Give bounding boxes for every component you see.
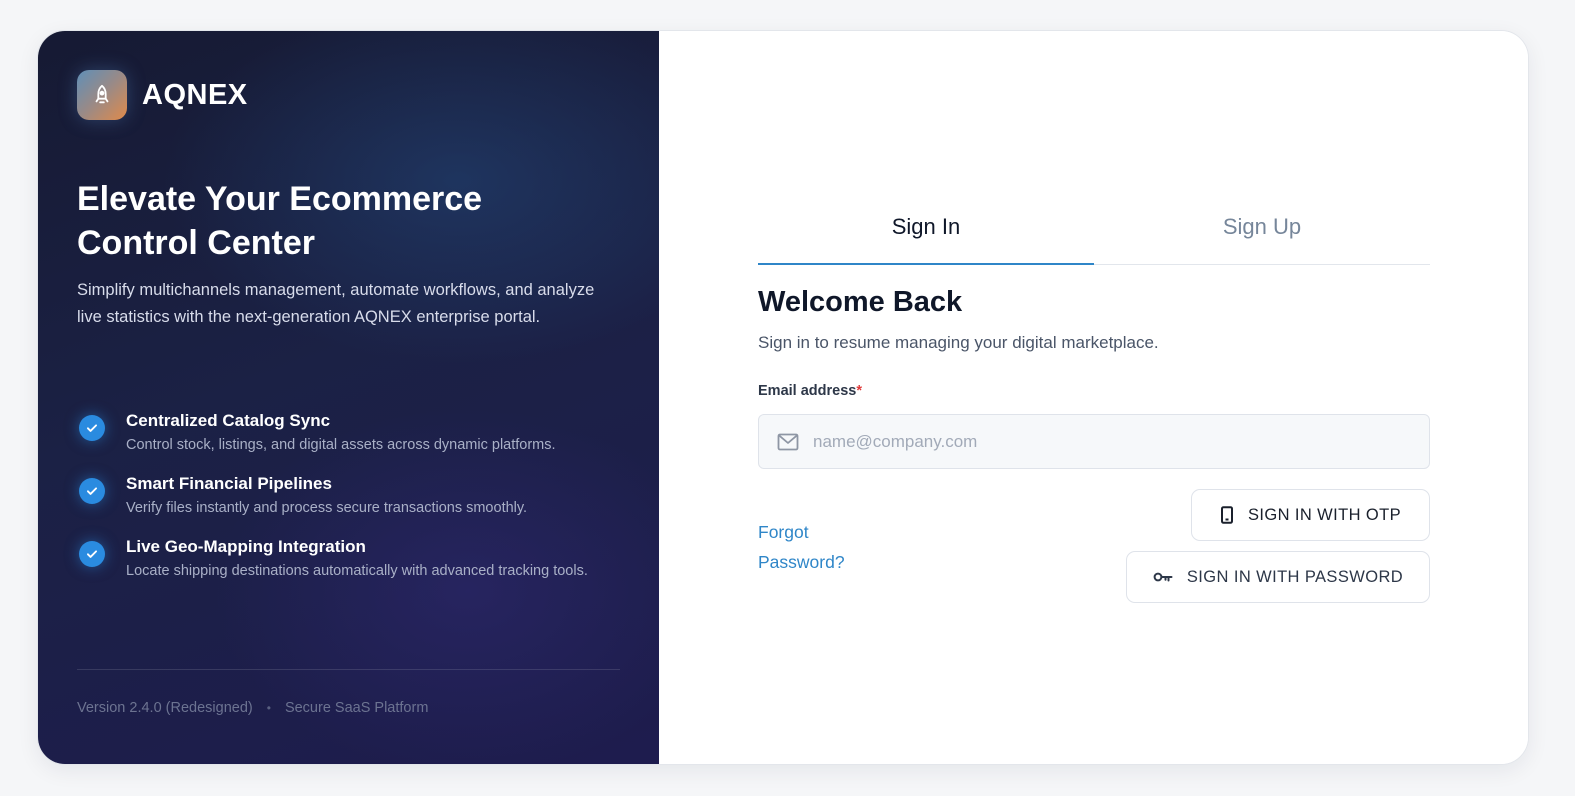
version-text: Version 2.4.0 (Redesigned) (77, 700, 253, 716)
key-icon (1153, 571, 1173, 583)
feature-desc: Control stock, listings, and digital ass… (126, 437, 556, 453)
sign-in-otp-button[interactable]: SIGN IN WITH OTP (1191, 489, 1430, 541)
footer: Version 2.4.0 (Redesigned) • Secure SaaS… (77, 700, 428, 716)
form-title: Welcome Back (758, 286, 963, 318)
sign-in-password-button[interactable]: SIGN IN WITH PASSWORD (1126, 551, 1430, 603)
tab-sign-up[interactable]: Sign Up (1094, 209, 1430, 264)
feature-item: Smart Financial Pipelines Verify files i… (77, 472, 622, 519)
tab-sign-in[interactable]: Sign In (758, 209, 1094, 265)
feature-title: Centralized Catalog Sync (126, 411, 331, 430)
auth-tabs: Sign In Sign Up (758, 209, 1430, 265)
feature-title: Smart Financial Pipelines (126, 474, 332, 493)
form-panel: Sign In Sign Up Welcome Back Sign in to … (659, 31, 1528, 764)
check-circle-icon (79, 478, 105, 504)
required-mark: * (856, 383, 862, 399)
feature-item: Centralized Catalog Sync Control stock, … (77, 409, 622, 456)
forgot-password-link[interactable]: Forgot Password? (758, 517, 868, 577)
sign-in-otp-label: SIGN IN WITH OTP (1247, 505, 1402, 524)
check-circle-icon (79, 541, 105, 567)
mail-icon (777, 433, 799, 451)
hero-headline: Elevate Your Ecommerce Control Center (77, 180, 483, 262)
hero-lead: Simplify multichannels management, autom… (77, 281, 595, 326)
phone-icon (1220, 506, 1234, 524)
feature-item: Live Geo-Mapping Integration Locate ship… (77, 535, 622, 582)
email-input[interactable] (813, 431, 1373, 452)
footer-separator: • (266, 701, 271, 715)
feature-desc: Locate shipping destinations automatical… (126, 563, 588, 579)
brand: AQNEX (77, 70, 248, 120)
rocket-icon (77, 70, 127, 120)
sign-in-password-label: SIGN IN WITH PASSWORD (1186, 567, 1404, 586)
email-field[interactable] (758, 414, 1430, 469)
feature-list: Centralized Catalog Sync Control stock, … (77, 409, 622, 598)
email-label-text: Email address (758, 383, 857, 399)
feature-title: Live Geo-Mapping Integration (126, 537, 366, 556)
auth-card: AQNEX Elevate Your Ecommerce Control Cen… (37, 30, 1529, 765)
promo-panel: AQNEX Elevate Your Ecommerce Control Cen… (38, 31, 659, 764)
form-subtitle: Sign in to resume managing your digital … (758, 333, 1159, 352)
brand-name: AQNEX (142, 78, 248, 111)
email-label: Email address* (758, 383, 862, 399)
footer-divider (77, 669, 620, 670)
check-circle-icon (79, 415, 105, 441)
feature-desc: Verify files instantly and process secur… (126, 500, 528, 516)
platform-text: Secure SaaS Platform (284, 700, 429, 716)
